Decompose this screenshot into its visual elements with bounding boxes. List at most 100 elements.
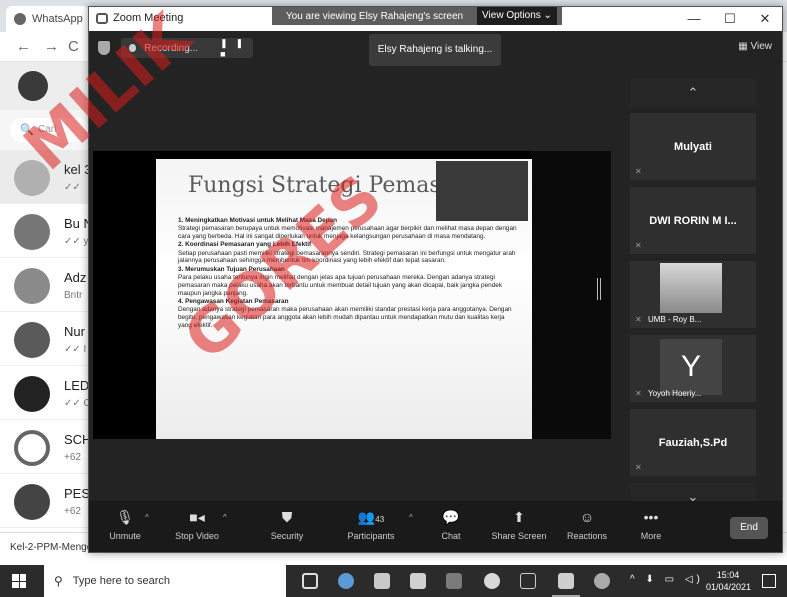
more-label: More: [640, 531, 662, 541]
maximize-button[interactable]: ☐: [713, 9, 747, 29]
browser-tab-whatsapp[interactable]: WhatsApp: [6, 6, 88, 32]
splitter-handle[interactable]: [597, 278, 601, 300]
slide-heading: 2. Koordinasi Pemasaran yang Lebih Efekt…: [178, 241, 312, 249]
view-button[interactable]: ▦ View: [738, 41, 772, 52]
edge-browser-icon[interactable]: [338, 573, 354, 589]
zoom-logo-icon: [96, 13, 108, 24]
clock-time: 15:04: [716, 570, 740, 580]
security-button[interactable]: ⛊ Security: [247, 507, 327, 549]
participants-button[interactable]: 👥43 Participants: [331, 507, 411, 549]
participant-tile[interactable]: Fauziah,S.Pd ✕: [630, 409, 756, 476]
muted-mic-icon: ✕: [635, 241, 642, 250]
unmute-label: Unmute: [109, 531, 141, 541]
participant-initial: Y: [660, 339, 722, 395]
minimize-button[interactable]: —: [677, 9, 711, 29]
gallery-scroll-up-icon[interactable]: ⌃: [630, 79, 756, 107]
participants-count: 43: [375, 515, 385, 524]
tab-label: WhatsApp: [32, 13, 83, 25]
clock-date: 01/04/2021: [706, 582, 752, 592]
chat-list-item[interactable]: PES +62: [0, 474, 92, 528]
security-label: Security: [270, 531, 304, 541]
avatar: [14, 268, 50, 304]
window-title: Zoom Meeting: [113, 12, 184, 24]
system-tray[interactable]: ^ ⬇ ▭ ◁): [630, 574, 704, 585]
slide-paragraph: Dengan adanya strategi pemasaran maka pe…: [178, 306, 512, 329]
chat-preview: ✓✓: [64, 182, 81, 193]
chat-preview: ✓✓ I: [64, 344, 87, 355]
windows-taskbar: ⚲ Type here to search ^ ⬇ ▭ ◁) 15:04 01/…: [0, 565, 787, 597]
reload-icon[interactable]: C: [68, 38, 79, 55]
task-view-icon[interactable]: [302, 573, 318, 589]
participant-tile[interactable]: DWI RORIN M I... ✕: [630, 187, 756, 254]
mail-icon[interactable]: [446, 573, 462, 589]
chat-name: Adz: [64, 270, 87, 285]
muted-mic-icon: ✕: [635, 315, 642, 324]
close-button[interactable]: ✕: [748, 9, 782, 29]
end-meeting-button[interactable]: End: [730, 517, 768, 539]
sidebar-header: [0, 62, 92, 110]
participants-label: Participants: [347, 531, 395, 541]
shield-icon[interactable]: [98, 41, 110, 55]
taskbar-clock[interactable]: 15:04 01/04/2021: [706, 569, 752, 593]
ellipsis-icon: •••: [643, 509, 659, 525]
participant-tile[interactable]: Mulyati ✕: [630, 113, 756, 180]
participant-name: Mulyati: [674, 140, 712, 153]
whatsapp-icon: [14, 13, 26, 25]
muted-mic-icon: ✕: [635, 389, 642, 398]
forward-arrow-icon[interactable]: →: [44, 38, 59, 55]
more-button[interactable]: ••• More: [611, 507, 691, 549]
taskbar-search-box[interactable]: ⚲ Type here to search: [44, 565, 286, 597]
active-speaker-label: Elsy Rahajeng is talking...: [369, 34, 501, 66]
windows-start-icon[interactable]: [12, 574, 26, 588]
participant-name: Fauziah,S.Pd: [658, 436, 728, 449]
chat-list-item[interactable]: Bu N ✓✓ y: [0, 204, 93, 258]
shield-icon: ⛊: [281, 509, 293, 525]
unmute-button[interactable]: 🎙 Unmute: [85, 507, 165, 549]
chat-list-item[interactable]: Adz Bntr: [0, 258, 92, 312]
slide-paragraph: Strategi pemasaran berupaya untuk memoti…: [178, 225, 517, 241]
recording-label: Recording...: [144, 42, 199, 54]
slide-body: 1. Meningkatkan Motivasi untuk Melihat M…: [178, 217, 520, 330]
chat-list-item[interactable]: SCH +62: [0, 420, 92, 474]
avatar: [14, 214, 50, 250]
view-options-button[interactable]: View Options ⌄: [477, 7, 557, 25]
chat-search: Cari 🔍: [0, 110, 92, 150]
back-arrow-icon[interactable]: ←: [16, 38, 31, 55]
chat-preview: +62: [64, 506, 81, 517]
chat-list-item[interactable]: kel 3 ✓✓: [0, 150, 92, 204]
stop-video-label: Stop Video: [175, 531, 219, 541]
photoshop-icon[interactable]: [520, 573, 536, 589]
file-explorer-icon[interactable]: [374, 573, 390, 589]
viewing-screen-label: You are viewing Elsy Rahajeng's screen: [285, 10, 464, 22]
store-icon[interactable]: [410, 573, 426, 589]
chat-list-item[interactable]: Nur ✓✓ I: [0, 312, 92, 366]
meeting-area: Recording... ❚❚ ■ Elsy Rahajeng is talki…: [89, 31, 782, 511]
zoom-taskbar-icon[interactable]: [552, 573, 580, 597]
chrome-icon[interactable]: [484, 573, 500, 589]
muted-mic-icon: ✕: [635, 167, 642, 176]
recording-indicator: Recording... ❚❚ ■: [121, 38, 253, 59]
slide-heading: 4. Pengawasan Kegiatan Pemasaran: [178, 297, 289, 305]
chat-preview: ✓✓ y: [64, 236, 89, 247]
taskbar-search-placeholder: Type here to search: [72, 575, 171, 587]
chat-list-item[interactable]: LED ✓✓ C: [0, 366, 92, 420]
audio-options-chevron-icon[interactable]: ^: [145, 513, 149, 522]
powerpoint-icon[interactable]: [594, 573, 610, 589]
zoom-title-bar: Zoom Meeting You are viewing Elsy Rahaje…: [89, 7, 782, 31]
participant-photo: [660, 263, 722, 313]
avatar: [14, 160, 50, 196]
chat-name: PES: [64, 486, 91, 501]
recording-controls[interactable]: ❚❚ ■: [220, 38, 253, 59]
profile-avatar[interactable]: [18, 71, 48, 101]
chat-preview: ✓✓ C: [64, 398, 91, 409]
chat-preview: +62: [64, 452, 81, 463]
notification-center-icon[interactable]: [762, 574, 776, 588]
avatar: [14, 322, 50, 358]
shared-screen: Fungsi Strategi Pemasaran 1. Meningkatka…: [93, 151, 611, 439]
participants-icon: 👥43: [357, 509, 385, 525]
chat-name: Nur: [64, 324, 85, 339]
participant-tile[interactable]: ✕ UMB - Roy B...: [630, 261, 756, 328]
chat-sidebar: Cari 🔍 kel 3 ✓✓ Bu N ✓✓ y Adz Bntr Nur ✓…: [0, 62, 93, 532]
video-options-chevron-icon[interactable]: ^: [223, 513, 227, 522]
participant-tile[interactable]: Y ✕ Yoyoh Hoeriy...: [630, 335, 756, 402]
